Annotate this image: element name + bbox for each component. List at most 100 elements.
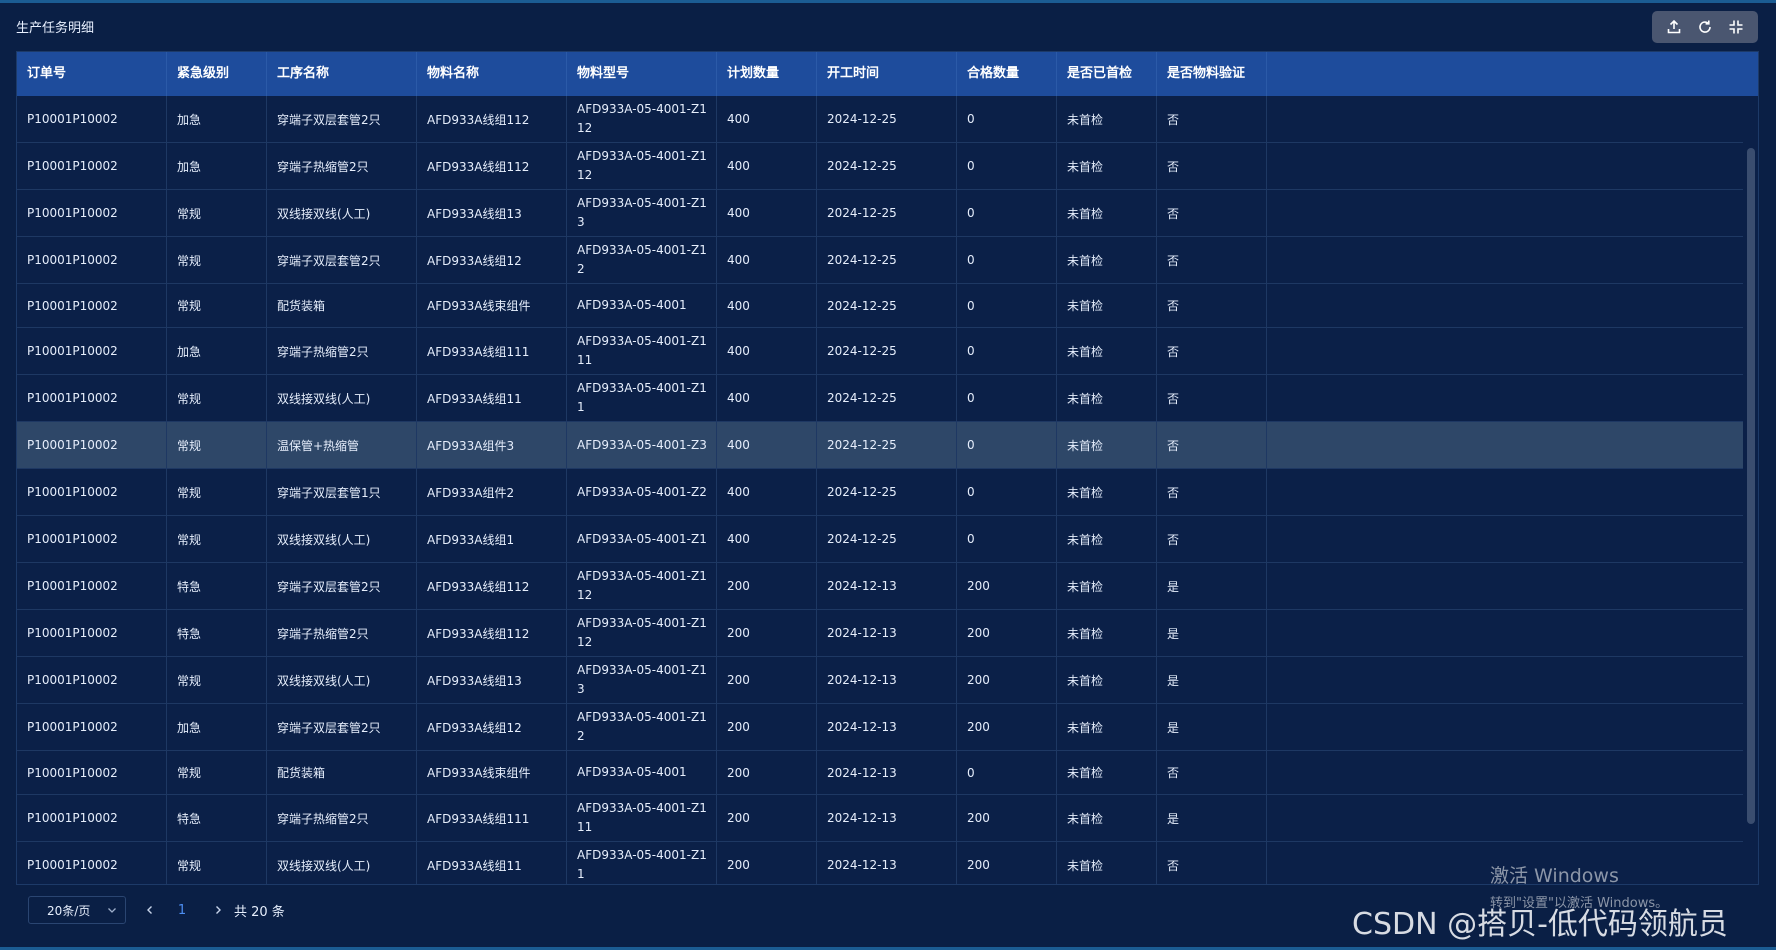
column-header-order-no[interactable]: 订单号 — [17, 52, 167, 96]
table-row[interactable]: P10001P10002 常规 配货装箱 AFD933A线束组件 AFD933A-05-… — [17, 284, 1743, 328]
chevron-left-icon — [147, 906, 152, 914]
table-row[interactable]: P10001P10002 常规 双线接双线(人工) AFD933A线组11 AFD933… — [17, 375, 1743, 422]
vertical-scrollbar[interactable] — [1744, 96, 1758, 884]
cell-process-name: 双线接双线(人工) — [267, 190, 417, 236]
cell-plan-qty: 200 — [717, 657, 817, 703]
table-row[interactable]: P10001P10002 加急 穿端子双层套管2只 AFD933A线组112 AFD93… — [17, 96, 1743, 143]
cell-urgency: 常规 — [167, 516, 267, 562]
cell-text: 0 — [967, 765, 975, 780]
cell-urgency: 常规 — [167, 469, 267, 515]
cell-text: 未首检 — [1067, 579, 1104, 594]
cell-text: 否 — [1167, 299, 1180, 313]
table-row[interactable]: P10001P10002 常规 温保管+热缩管 AFD933A组件3 AFD933A-0… — [17, 422, 1743, 469]
table-row[interactable]: P10001P10002 特急 穿端子双层套管2只 AFD933A线组112 AFD93… — [17, 563, 1743, 610]
cell-text: AFD933A线组12 — [427, 720, 522, 735]
cell-text: 穿端子双层套管2只 — [277, 112, 381, 127]
column-header-urgency[interactable]: 紧急级别 — [167, 52, 267, 96]
cell-text: AFD933A-05-4001-Z2 — [577, 484, 707, 499]
cell-text: 穿端子双层套管1只 — [277, 485, 381, 500]
cell-material-name: AFD933A线组111 — [417, 328, 567, 374]
cell-text: AFD933A线组1 — [427, 532, 515, 547]
table-row[interactable]: P10001P10002 常规 穿端子双层套管2只 AFD933A线组12 AFD933… — [17, 237, 1743, 284]
cell-text: 2024-12-13 — [827, 673, 897, 687]
cell-text: 穿端子双层套管2只 — [277, 579, 381, 594]
cell-material-verified: 否 — [1157, 842, 1267, 884]
table-row[interactable]: P10001P10002 加急 穿端子热缩管2只 AFD933A线组112 AFD933… — [17, 143, 1743, 190]
cell-text: 400 — [727, 391, 750, 405]
cell-order-no: P10001P10002 — [17, 610, 167, 656]
column-header-process-name[interactable]: 工序名称 — [267, 52, 417, 96]
cell-material-model: AFD933A-05-4001-Z111 — [567, 328, 717, 374]
cell-text: 200 — [727, 626, 750, 640]
cell-text: AFD933A-05-4001 — [577, 298, 687, 312]
scroll-thumb[interactable] — [1747, 148, 1755, 824]
table-row[interactable]: P10001P10002 常规 双线接双线(人工) AFD933A线组1 AFD933A… — [17, 516, 1743, 563]
cell-filler — [1267, 469, 1743, 515]
page-size-select[interactable]: 20条/页 — [28, 896, 126, 924]
table-row[interactable]: P10001P10002 常规 穿端子双层套管1只 AFD933A组件2 AFD933A… — [17, 469, 1743, 516]
page-number-current[interactable]: 1 — [170, 896, 194, 924]
refresh-button[interactable] — [1691, 14, 1719, 40]
table-row[interactable]: P10001P10002 特急 穿端子热缩管2只 AFD933A线组112 AFD933… — [17, 610, 1743, 657]
column-header-first-inspected[interactable]: 是否已首检 — [1057, 52, 1157, 96]
cell-material-name: AFD933A线组1 — [417, 516, 567, 562]
cell-start-time: 2024-12-13 — [817, 657, 957, 703]
exit-fullscreen-button[interactable] — [1722, 14, 1750, 40]
cell-start-time: 2024-12-25 — [817, 516, 957, 562]
cell-start-time: 2024-12-13 — [817, 751, 957, 794]
table-row[interactable]: P10001P10002 常规 配货装箱 AFD933A线束组件 AFD933A-05-… — [17, 751, 1743, 795]
cell-text: 200 — [967, 720, 990, 734]
column-header-material-verified[interactable]: 是否物料验证 — [1157, 52, 1267, 96]
column-header-material-name[interactable]: 物料名称 — [417, 52, 567, 96]
cell-text: AFD933A组件3 — [427, 438, 515, 453]
table-row[interactable]: P10001P10002 常规 双线接双线(人工) AFD933A线组13 AFD933… — [17, 190, 1743, 237]
cell-order-no: P10001P10002 — [17, 704, 167, 750]
panel-toolbar — [1652, 11, 1758, 43]
column-header-material-model[interactable]: 物料型号 — [567, 52, 717, 96]
table-row[interactable]: P10001P10002 加急 穿端子双层套管2只 AFD933A线组12 AFD933… — [17, 704, 1743, 751]
table-body[interactable]: P10001P10002 加急 穿端子双层套管2只 AFD933A线组112 AFD93… — [17, 96, 1743, 884]
column-header-start-time[interactable]: 开工时间 — [817, 52, 957, 96]
table-row[interactable]: P10001P10002 特急 穿端子热缩管2只 AFD933A线组111 AFD933… — [17, 795, 1743, 842]
cell-order-no: P10001P10002 — [17, 563, 167, 609]
column-header-filler[interactable] — [1267, 52, 1758, 96]
table-row[interactable]: P10001P10002 常规 双线接双线(人工) AFD933A线组11 AFD933… — [17, 842, 1743, 884]
table-row[interactable]: P10001P10002 常规 双线接双线(人工) AFD933A线组13 AFD933… — [17, 657, 1743, 704]
column-header-qualified-qty[interactable]: 合格数量 — [957, 52, 1057, 96]
cell-first-inspected: 未首检 — [1057, 469, 1157, 515]
cell-filler — [1267, 657, 1743, 703]
cell-start-time: 2024-12-25 — [817, 284, 957, 327]
cell-process-name: 穿端子双层套管2只 — [267, 704, 417, 750]
cell-text: 200 — [727, 673, 750, 687]
cell-start-time: 2024-12-25 — [817, 237, 957, 283]
prev-page-button[interactable] — [138, 896, 162, 924]
cell-plan-qty: 400 — [717, 516, 817, 562]
next-page-button[interactable] — [206, 896, 230, 924]
cell-plan-qty: 200 — [717, 610, 817, 656]
cell-text: P10001P10002 — [27, 253, 118, 267]
table-row[interactable]: P10001P10002 加急 穿端子热缩管2只 AFD933A线组111 AFD933… — [17, 328, 1743, 375]
cell-text: 2024-12-13 — [827, 579, 897, 593]
cell-text: AFD933A-05-4001-Z12 — [577, 243, 707, 276]
cell-first-inspected: 未首检 — [1057, 284, 1157, 327]
cell-filler — [1267, 751, 1743, 794]
cell-text: 常规 — [177, 485, 202, 500]
cell-plan-qty: 200 — [717, 563, 817, 609]
export-button[interactable] — [1660, 14, 1688, 40]
cell-material-verified: 是 — [1157, 610, 1267, 656]
cell-text: 未首检 — [1067, 253, 1104, 268]
cell-text: AFD933A线组112 — [427, 159, 530, 174]
cell-first-inspected: 未首检 — [1057, 375, 1157, 421]
cell-text: 穿端子热缩管2只 — [277, 811, 369, 826]
cell-text: 双线接双线(人工) — [277, 206, 371, 221]
cell-order-no: P10001P10002 — [17, 422, 167, 468]
cell-qualified-qty: 0 — [957, 284, 1057, 327]
cell-text: 穿端子热缩管2只 — [277, 159, 369, 174]
cell-text: 0 — [967, 206, 975, 220]
cell-order-no: P10001P10002 — [17, 190, 167, 236]
column-header-plan-qty[interactable]: 计划数量 — [717, 52, 817, 96]
csdn-watermark: CSDN @搭贝-低代码领航员 — [1352, 907, 1728, 942]
cell-qualified-qty: 200 — [957, 610, 1057, 656]
cell-material-verified: 否 — [1157, 143, 1267, 189]
cell-text: AFD933A-05-4001-Z3 — [577, 437, 707, 452]
